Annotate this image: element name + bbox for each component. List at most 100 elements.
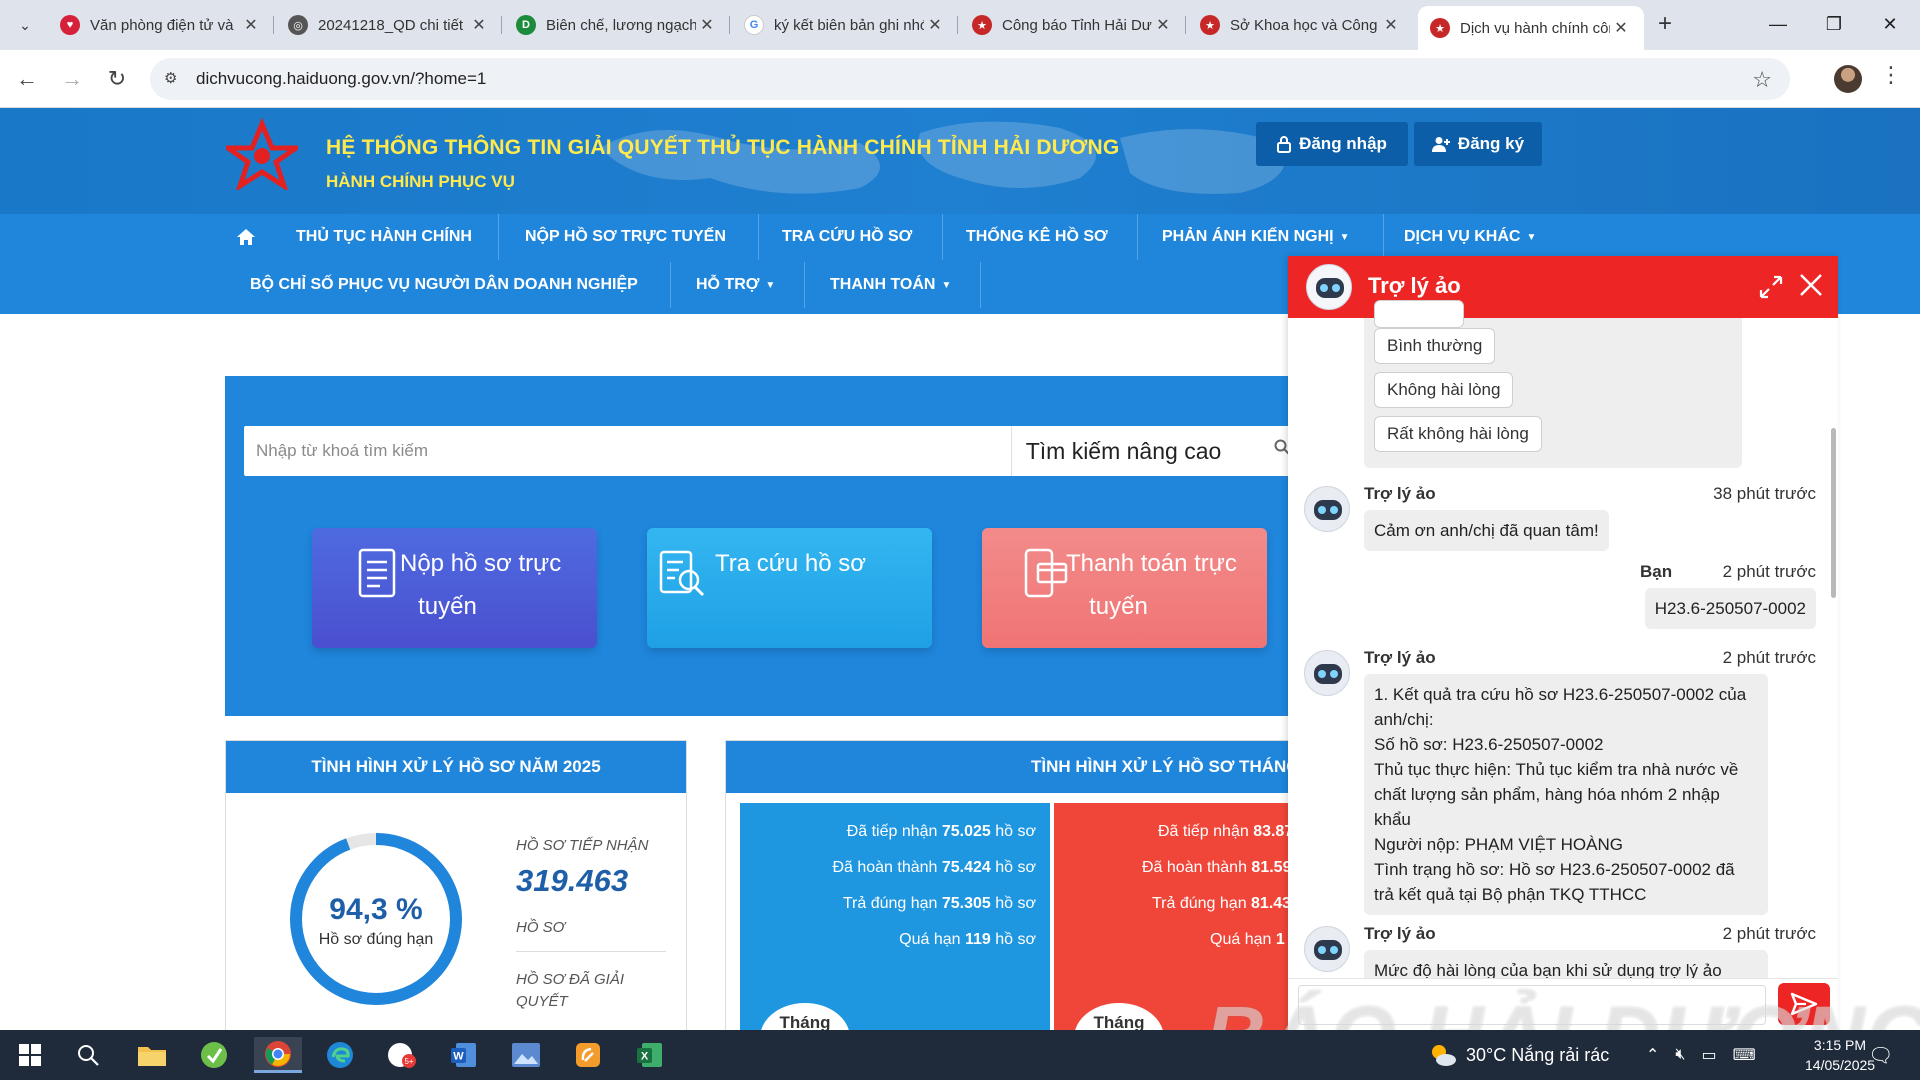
back-button[interactable]: ← (10, 62, 44, 96)
address-bar: ← → ↻ ⚙ dichvucong.haiduong.gov.vn/?home… (0, 50, 1920, 108)
card-label: Thanh toán trực tuyến (1066, 550, 1237, 620)
message-time: 2 phút trước (1722, 562, 1816, 581)
option-khong-hai-long[interactable]: Không hài lòng (1374, 372, 1514, 408)
taskbar-edge[interactable] (316, 1037, 364, 1073)
word-icon: W (451, 1043, 476, 1067)
search-input[interactable] (244, 426, 1010, 476)
taskbar-excel[interactable]: X (626, 1037, 674, 1073)
message-sender: Trợ lý ảo (1364, 924, 1436, 943)
card-tra-cuu[interactable]: Tra cứu hồ sơ (647, 528, 932, 648)
bookmark-star-icon[interactable]: ☆ (1752, 67, 1772, 93)
stat-row: Đã tiếp nhận 83.87 (1158, 823, 1294, 840)
expand-icon[interactable] (1758, 274, 1784, 300)
satisfaction-options: Bình thường Không hài lòng Rất không hài… (1364, 300, 1742, 468)
network-icon[interactable]: ▭ (1702, 1045, 1717, 1065)
nav-nop-ho-so[interactable]: NỘP HỒ SƠ TRỰC TUYẾN (521, 214, 730, 260)
search-document-icon (659, 550, 705, 597)
tab-title: Biên chế, lương ngạch (546, 16, 696, 34)
profile-avatar[interactable] (1834, 65, 1862, 93)
taskbar-search-button[interactable] (64, 1037, 112, 1073)
nav-tra-cuu[interactable]: TRA CỨU HỒ SƠ (778, 214, 916, 260)
lock-icon (1277, 136, 1292, 153)
nav-thu-tuc[interactable]: THỦ TỤC HÀNH CHÍNH (292, 214, 476, 260)
tab-qd-chi-tiet[interactable]: ◎ 20241218_QD chi tiết ✕ (276, 6, 502, 44)
close-icon[interactable] (1796, 270, 1826, 300)
option-binh-thuong[interactable]: Bình thường (1374, 328, 1496, 364)
system-clock[interactable]: 3:15 PM 14/05/2025 (1805, 1035, 1875, 1075)
notification-center-icon[interactable]: 🗨︎ (1868, 1030, 1893, 1080)
taskbar-app-green[interactable] (190, 1037, 238, 1073)
register-button[interactable]: Đăng ký (1414, 122, 1542, 166)
nav-label: DỊCH VỤ KHÁC (1404, 228, 1521, 245)
chevron-up-icon[interactable]: ⌃ (1646, 1045, 1659, 1065)
new-tab-button[interactable]: + (1650, 10, 1680, 40)
close-icon[interactable]: ✕ (1380, 15, 1402, 35)
weather-widget[interactable]: 30°C Nắng rải rác (1428, 1030, 1609, 1080)
message-sender: Trợ lý ảo (1364, 484, 1436, 503)
tab-cong-bao[interactable]: ★ Công báo Tỉnh Hải Dương ✕ (960, 6, 1186, 44)
search-bar: Tìm kiếm nâng cao (244, 426, 1344, 476)
url-text[interactable]: dichvucong.haiduong.gov.vn/?home=1 (196, 69, 486, 89)
taskbar-app-notify[interactable]: 5+ (378, 1037, 426, 1073)
clock-time: 3:15 PM (1813, 1037, 1867, 1053)
taskbar-file-explorer[interactable] (128, 1037, 176, 1073)
tab-ky-ket[interactable]: G ký kết biên bản ghi nhớ ✕ (732, 6, 958, 44)
speaker-muted-icon[interactable]: 🔇︎ (1675, 1046, 1685, 1064)
received-unit: HỒ SƠ (516, 919, 565, 936)
close-icon[interactable]: ✕ (1152, 15, 1174, 35)
taskbar-app-orange[interactable] (564, 1037, 612, 1073)
card-nop-ho-so[interactable]: Nộp hồ sơ trực tuyến (312, 528, 597, 648)
emblem-icon: ★ (1430, 18, 1450, 38)
tab-search-button[interactable]: ⌄ (8, 10, 42, 40)
robot-avatar-icon (1304, 650, 1350, 696)
close-window-button[interactable]: ✕ (1862, 8, 1918, 40)
nav-phan-anh[interactable]: PHẢN ÁNH KIẾN NGHỊ ▼ (1158, 214, 1353, 260)
weather-text: 30°C Nắng rải rác (1466, 1044, 1610, 1065)
close-icon[interactable]: ✕ (240, 15, 262, 35)
nav-bo-chi-so[interactable]: BỘ CHỈ SỐ PHỤC VỤ NGƯỜI DÂN DOANH NGHIỆP (246, 262, 642, 308)
card-thanh-toan[interactable]: Thanh toán trực tuyến (982, 528, 1267, 648)
taskbar-word[interactable]: W (440, 1037, 488, 1073)
google-icon: G (744, 15, 764, 35)
close-icon[interactable]: ✕ (696, 15, 718, 35)
option-rat-khong-hai-long[interactable]: Rất không hài lòng (1374, 416, 1542, 452)
home-icon[interactable] (236, 228, 256, 246)
site-settings-icon[interactable]: ⚙ (164, 69, 184, 89)
chat-scrollbar[interactable] (1831, 428, 1836, 598)
reload-button[interactable]: ↻ (100, 62, 134, 96)
option-button-partial[interactable] (1374, 300, 1464, 328)
nav-label: PHẢN ÁNH KIẾN NGHỊ (1162, 228, 1334, 245)
restore-button[interactable]: ❐ (1806, 8, 1862, 40)
site-title: HỆ THỐNG THÔNG TIN GIẢI QUYẾT THỦ TỤC HÀ… (326, 136, 1120, 159)
tab-title: Sở Khoa học và Công (1230, 16, 1378, 34)
taskbar-photos[interactable] (502, 1037, 550, 1073)
close-icon[interactable]: ✕ (924, 15, 946, 35)
svg-text:X: X (641, 1051, 649, 1063)
app-orange-icon (576, 1043, 600, 1067)
emblem-icon: ★ (1200, 15, 1220, 35)
start-button[interactable] (6, 1037, 54, 1073)
forward-button[interactable]: → (55, 62, 89, 96)
world-map-decoration (600, 121, 1285, 194)
taskbar-chrome[interactable] (254, 1037, 302, 1073)
url-field[interactable]: ⚙ dichvucong.haiduong.gov.vn/?home=1 ☆ (150, 58, 1790, 100)
year-stats-panel: TÌNH HÌNH XỬ LÝ HỒ SƠ NĂM 2025 94,3 % Hồ… (225, 740, 687, 1030)
tab-so-khoa-hoc[interactable]: ★ Sở Khoa học và Công ✕ (1188, 6, 1414, 44)
nav-thanh-toan[interactable]: THANH TOÁN ▼ (826, 262, 955, 308)
browser-menu-icon[interactable]: ⋮ (1880, 62, 1902, 88)
keyboard-icon[interactable]: ⌨ (1733, 1045, 1756, 1065)
login-button[interactable]: Đăng nhập (1256, 122, 1408, 166)
tab-van-phong[interactable]: ♥ Văn phòng điện tử và ✕ (48, 6, 274, 44)
minimize-button[interactable]: — (1750, 8, 1806, 40)
advanced-search-button[interactable]: Tìm kiếm nâng cao (1011, 426, 1235, 476)
tab-bien-che[interactable]: D Biên chế, lương ngạch ✕ (504, 6, 730, 44)
close-icon[interactable]: ✕ (1610, 18, 1632, 38)
tab-dich-vu-hanh-chinh[interactable]: ★ Dịch vụ hành chính công ✕ (1418, 6, 1644, 50)
nav-label: THANH TOÁN (830, 276, 936, 293)
chat-title: Trợ lý ảo (1368, 273, 1461, 298)
nav-dich-vu-khac[interactable]: DỊCH VỤ KHÁC ▼ (1400, 214, 1540, 260)
close-icon[interactable]: ✕ (468, 15, 490, 35)
nav-thong-ke[interactable]: THỐNG KÊ HỒ SƠ (962, 214, 1112, 260)
caret-down-icon: ▼ (1526, 231, 1537, 243)
nav-ho-tro[interactable]: HỖ TRỢ ▼ (692, 262, 779, 308)
